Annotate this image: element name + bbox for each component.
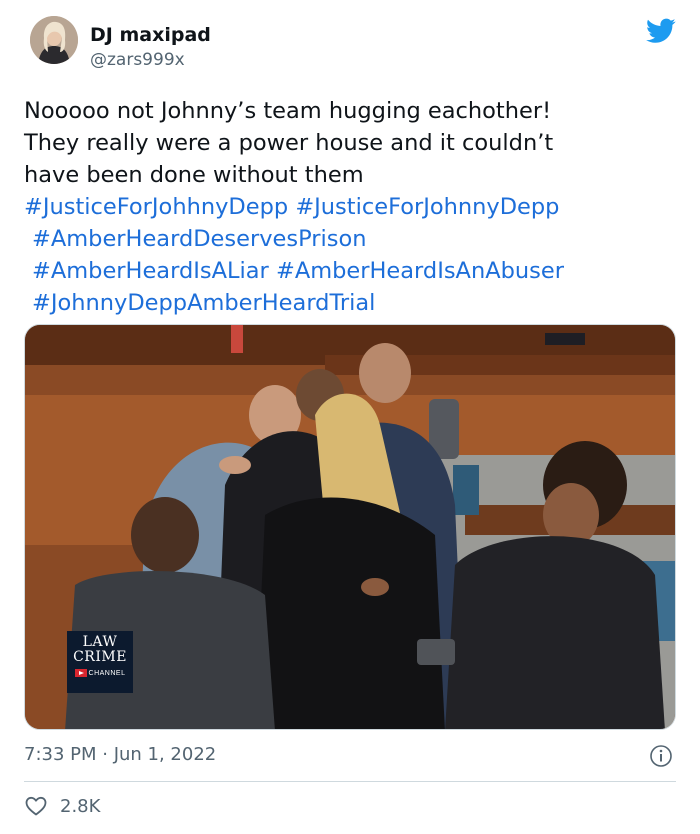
- display-name[interactable]: DJ maxipad: [90, 22, 211, 48]
- tweet-text: Nooooo not Johnny’s team hugging eachoth…: [24, 95, 674, 319]
- hashtag-row: #AmberHeardDeservesPrison: [24, 223, 674, 255]
- hashtag-row: #JohnnyDeppAmberHeardTrial: [24, 287, 674, 319]
- hashtag-link[interactable]: #JohnnyDeppAmberHeardTrial: [32, 290, 375, 316]
- heart-icon: [25, 796, 47, 816]
- hashtag-link[interactable]: #AmberHeardIsAnAbuser: [276, 258, 564, 284]
- law-crime-watermark: LAW CRIME CHANNEL: [67, 631, 133, 693]
- like-count: 2.8K: [60, 795, 101, 817]
- hashtag-link[interactable]: #JusticeForJohhnyDepp: [24, 194, 288, 220]
- tweet-header: DJ maxipad @zars999x: [30, 16, 680, 80]
- tweet-card: DJ maxipad @zars999x Nooooo not Johnny’s…: [0, 0, 700, 834]
- tweet-text-line: Nooooo not Johnny’s team hugging eachoth…: [24, 98, 552, 124]
- hashtag-link[interactable]: #JusticeForJohnnyDepp: [295, 194, 559, 220]
- tweet-timestamp[interactable]: 7:33 PM · Jun 1, 2022: [24, 742, 216, 768]
- tweet-text-line: They really were a power house and it co…: [24, 130, 554, 156]
- twitter-bird-icon[interactable]: [646, 18, 676, 44]
- divider: [24, 781, 676, 782]
- avatar[interactable]: [30, 16, 78, 64]
- hashtag-row: #AmberHeardIsALiar #AmberHeardIsAnAbuser: [24, 255, 674, 287]
- user-handle[interactable]: @zars999x: [90, 48, 211, 72]
- hashtag-row: #JusticeForJohhnyDepp #JusticeForJohnnyD…: [24, 191, 674, 223]
- tweet-text-line: have been done without them: [24, 162, 364, 188]
- watermark-line: CRIME: [73, 649, 127, 665]
- play-icon: [74, 669, 87, 677]
- watermark-line: LAW: [82, 634, 118, 650]
- watermark-channel: CHANNEL: [67, 669, 133, 677]
- watermark-line: CHANNEL: [88, 669, 126, 677]
- like-button[interactable]: 2.8K: [24, 791, 100, 821]
- author-names: DJ maxipad @zars999x: [90, 22, 211, 72]
- hashtag-link[interactable]: #AmberHeardIsALiar: [32, 258, 269, 284]
- info-icon[interactable]: [649, 744, 673, 768]
- hashtag-link[interactable]: #AmberHeardDeservesPrison: [32, 226, 367, 252]
